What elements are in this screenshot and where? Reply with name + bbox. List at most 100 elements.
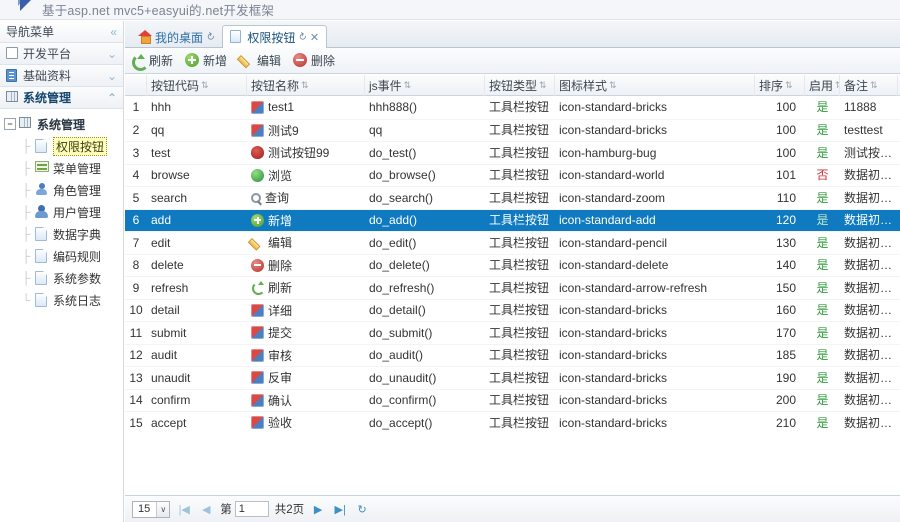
tree-branch-line: ├: [21, 139, 31, 153]
sort-icon[interactable]: ⇅: [201, 80, 209, 91]
grid-header-sort[interactable]: 排序 ⇅: [755, 74, 805, 96]
grid-header-js-event[interactable]: js事件 ⇅: [365, 74, 485, 96]
delete-button[interactable]: 删除: [293, 52, 335, 69]
sidebar-header-nav-menu[interactable]: 导航菜单 «: [0, 21, 123, 43]
tab-my-desktop[interactable]: 我的桌面 ↻: [130, 25, 222, 48]
row-index: 13: [129, 370, 143, 385]
table-row[interactable]: 11 submit 提交 do_submit() 工具栏按钮 icon-standard-…: [125, 321, 900, 344]
sidebar-item-system-management[interactable]: 系统管理 ⌃: [0, 87, 123, 109]
edit-button[interactable]: 编辑: [239, 52, 281, 69]
cell-icon-style: icon-standard-zoom: [559, 190, 666, 205]
sidebar-item-dev-platform[interactable]: 开发平台 ⌄: [0, 43, 123, 65]
cell-name-label: 删除: [268, 258, 293, 273]
chevron-down-icon[interactable]: ∨: [156, 501, 170, 517]
row-index: 6: [132, 213, 140, 227]
table-row[interactable]: 3 test 测试按钮99 do_test() 工具栏按钮 icon-hamburg-bu…: [125, 141, 900, 164]
row-index: 7: [132, 235, 140, 250]
tab-close-icon[interactable]: ✕: [310, 31, 319, 44]
row-index: 14: [129, 393, 143, 407]
cell-code: qq: [151, 123, 165, 137]
tree-node-system-parameters[interactable]: ├ 系统参数: [0, 267, 123, 289]
sort-icon[interactable]: ⇅: [301, 80, 309, 91]
sort-icon[interactable]: ⇅: [609, 80, 617, 91]
tree-node-label: 系统管理: [37, 117, 86, 132]
row-index: 1: [132, 100, 140, 114]
table-row[interactable]: 9 refresh 刷新 do_refresh() 工具栏按钮 icon-standard…: [125, 276, 900, 299]
cell-name: 测试9: [247, 119, 365, 142]
cell-sort: 150: [775, 280, 796, 295]
cell-name-label: 刷新: [268, 281, 293, 296]
first-page-button[interactable]: |◀: [176, 501, 192, 517]
tree-node-system-management[interactable]: − 系统管理: [0, 113, 123, 135]
page-number-group: 第: [220, 501, 269, 517]
grid-header-type[interactable]: 按钮类型 ⇅: [485, 74, 555, 96]
table-row[interactable]: 13 unaudit 反审 do_unaudit() 工具栏按钮 icon-standar…: [125, 366, 900, 389]
table-row[interactable]: 7 edit 编辑 do_edit() 工具栏按钮 icon-standard-penci…: [125, 231, 900, 254]
sort-icon[interactable]: ⇅: [539, 80, 547, 91]
tree-node-system-log[interactable]: └ 系统日志: [0, 289, 123, 311]
page-size-select[interactable]: 15 ∨: [132, 500, 171, 518]
refresh-button[interactable]: 刷新: [131, 52, 173, 71]
tab-refresh-icon[interactable]: ↻: [204, 30, 217, 44]
tree-node-data-dictionary[interactable]: ├ 数据字典: [0, 223, 123, 245]
table-row[interactable]: 4 browse 浏览 do_browse() 工具栏按钮 icon-standard-w…: [125, 163, 900, 187]
tree-node-permission-button[interactable]: ├ 权限按钮: [0, 135, 123, 157]
cell-enabled: 是: [816, 213, 829, 227]
collapse-sidebar-icon[interactable]: «: [110, 25, 117, 39]
sidebar-item-basic-data[interactable]: 基础资料 ⌄: [0, 65, 123, 87]
tree-branch-line: ├: [21, 205, 31, 219]
next-page-button[interactable]: ▶: [310, 501, 326, 517]
bricks-icon: [251, 416, 264, 430]
table-row[interactable]: 1 hhh test1 hhh888() 工具栏按钮 icon-standard-bric…: [125, 96, 900, 119]
cell-js-event: do_unaudit(): [369, 370, 437, 385]
tree-toggle-icon[interactable]: −: [4, 118, 16, 130]
table-row[interactable]: 12 audit 审核 do_audit() 工具栏按钮 icon-standard-br…: [125, 343, 900, 367]
sort-icon[interactable]: ⇅: [404, 80, 412, 91]
table-row[interactable]: 10 detail 详细 do_detail() 工具栏按钮 icon-standard-…: [125, 298, 900, 322]
tree-node-menu-management[interactable]: ├ 菜单管理: [0, 157, 123, 179]
home-icon: [138, 30, 152, 44]
tree-node-user-management[interactable]: ├ 用户管理: [0, 201, 123, 223]
table-row[interactable]: 15 accept 验收 do_accept() 工具栏按钮 icon-standard-…: [125, 411, 900, 434]
table-row[interactable]: 8 delete 删除 do_delete() 工具栏按钮 icon-standard-d…: [125, 253, 900, 277]
user-icon: [35, 205, 50, 219]
grid-header-code[interactable]: 按钮代码 ⇅: [147, 74, 247, 96]
tree-node-coding-rules[interactable]: ├ 编码规则: [0, 245, 123, 267]
sort-icon[interactable]: ⇅: [785, 80, 793, 91]
cell-remark: 数据初始化: [844, 325, 898, 340]
cell-code: accept: [151, 415, 187, 430]
cell-name: 查询: [247, 187, 365, 210]
cell-code: submit: [151, 325, 187, 340]
cell-name-label: 确认: [268, 393, 293, 408]
cell-remark: 数据初始化: [844, 213, 898, 227]
cell-icon-style: icon-standard-arrow-refresh: [559, 280, 708, 295]
tree-node-role-management[interactable]: ├ 角色管理: [0, 179, 123, 201]
table-row[interactable]: 5 search 查询 do_search() 工具栏按钮 icon-standard-z…: [125, 186, 900, 209]
main-panel: 我的桌面 ↻ 权限按钮 ↻ ✕ 刷新 新增 编辑 删除 按钮代码 ⇅ 按钮名称 …: [125, 21, 900, 522]
grid-header-icon-style[interactable]: 图标样式 ⇅: [555, 74, 755, 96]
tab-strip: 我的桌面 ↻ 权限按钮 ↻ ✕: [125, 21, 900, 48]
prev-page-button[interactable]: ◀: [198, 501, 214, 517]
cell-js-event: do_edit(): [369, 235, 417, 250]
tab-refresh-icon[interactable]: ↻: [296, 30, 309, 44]
table-row[interactable]: 2 qq 测试9 qq 工具栏按钮 icon-standard-bricks 100 是 tes…: [125, 118, 900, 142]
sidebar-item-label: 系统管理: [23, 91, 72, 105]
tree-node-label: 用户管理: [53, 205, 102, 220]
grid-header-enabled[interactable]: 启用 ⇅: [805, 74, 840, 96]
add-button[interactable]: 新增: [185, 52, 227, 69]
table-row[interactable]: 6 add 新增 do_add() 工具栏按钮 icon-standard-add 120 是…: [125, 208, 900, 231]
grid-header-remark[interactable]: 备注 ⇅: [840, 74, 898, 96]
cell-remark: 数据初始化88: [844, 393, 898, 407]
cell-remark: testtest: [844, 123, 883, 137]
grid-header-name[interactable]: 按钮名称 ⇅: [247, 74, 365, 96]
reload-button[interactable]: ↻: [354, 501, 370, 517]
world-icon: [251, 168, 264, 182]
tree-branch-line: ├: [21, 161, 31, 175]
cell-enabled: 是: [816, 258, 829, 272]
sort-icon[interactable]: ⇅: [870, 80, 878, 91]
tab-permission-button[interactable]: 权限按钮 ↻ ✕: [222, 25, 328, 48]
table-row[interactable]: 14 confirm 确认 do_confirm() 工具栏按钮 icon-standar…: [125, 388, 900, 412]
pencil-icon: [251, 236, 264, 249]
last-page-button[interactable]: ▶|: [332, 501, 348, 517]
page-number-input[interactable]: [234, 501, 269, 517]
